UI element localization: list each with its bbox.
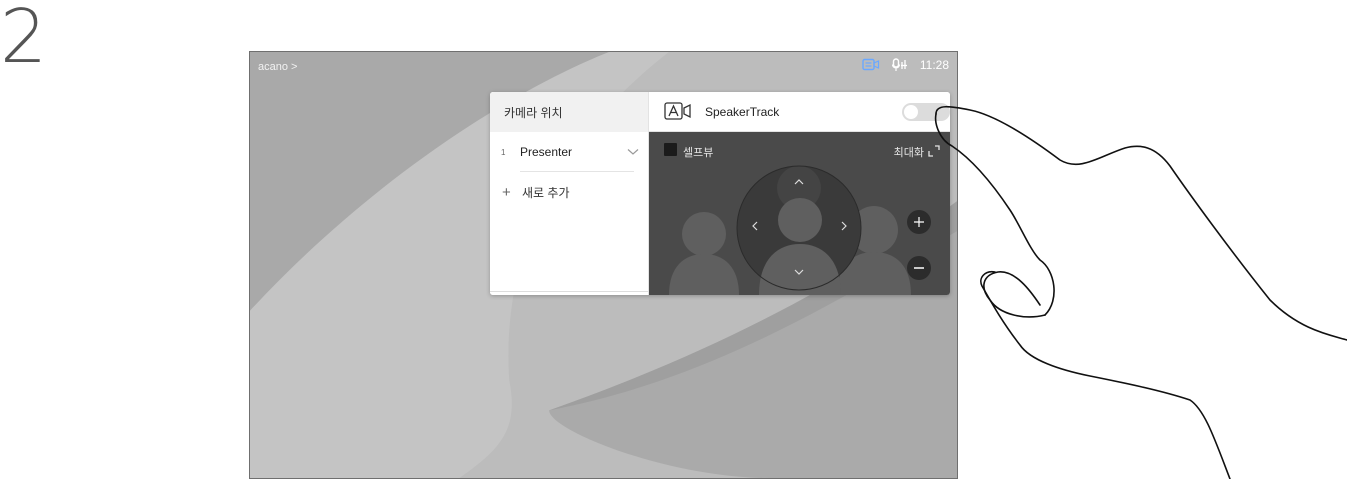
pan-left-button[interactable] xyxy=(745,216,765,236)
add-new-label: 새로 추가 xyxy=(522,185,570,200)
pointing-hand-illustration xyxy=(934,105,1347,479)
toggle-knob xyxy=(904,105,918,119)
plus-icon: + xyxy=(502,183,511,201)
camera-positions-list: 카메라 위치 1 Presenter + 새로 추가 xyxy=(490,92,649,295)
maximize-label[interactable]: 최대화 xyxy=(894,144,924,160)
panel-divider xyxy=(490,291,648,295)
camera-control-panel: 카메라 위치 1 Presenter + 새로 추가 SpeakerTrack … xyxy=(490,92,950,295)
pan-up-button[interactable] xyxy=(789,172,809,192)
preset-number: 1 xyxy=(501,147,506,157)
add-new-button[interactable]: + 새로 추가 xyxy=(490,172,648,212)
status-bar: acano > 11:28 xyxy=(250,52,957,82)
breadcrumb[interactable]: acano > xyxy=(258,61,297,73)
camera-preview: 셀프뷰 최대화 xyxy=(649,132,950,295)
mic-icon[interactable] xyxy=(891,58,908,72)
preset-item[interactable]: 1 Presenter xyxy=(490,132,648,172)
pan-right-button[interactable] xyxy=(834,216,854,236)
camera-positions-title: 카메라 위치 xyxy=(490,92,648,132)
speakertrack-row: SpeakerTrack xyxy=(649,92,950,132)
status-area: 11:28 xyxy=(862,58,949,72)
pan-down-button[interactable] xyxy=(789,262,809,282)
preset-label: Presenter xyxy=(520,145,573,159)
step-number: 2 xyxy=(0,0,47,80)
zoom-out-button[interactable] xyxy=(907,256,931,280)
camera-control-icon[interactable] xyxy=(862,58,880,72)
device-screen: acano > 11:28 카메라 위치 1 Presenter + 새로 추가… xyxy=(249,51,958,479)
selfview-label[interactable]: 셀프뷰 xyxy=(683,144,713,160)
chevron-down-icon[interactable] xyxy=(618,148,648,156)
speakertrack-icon xyxy=(664,102,694,125)
zoom-in-button[interactable] xyxy=(907,210,931,234)
selfview-checkbox[interactable] xyxy=(664,143,677,156)
clock: 11:28 xyxy=(919,58,949,72)
camera-view-area: SpeakerTrack 셀프뷰 최대화 xyxy=(649,92,950,295)
speakertrack-label: SpeakerTrack xyxy=(705,105,780,119)
